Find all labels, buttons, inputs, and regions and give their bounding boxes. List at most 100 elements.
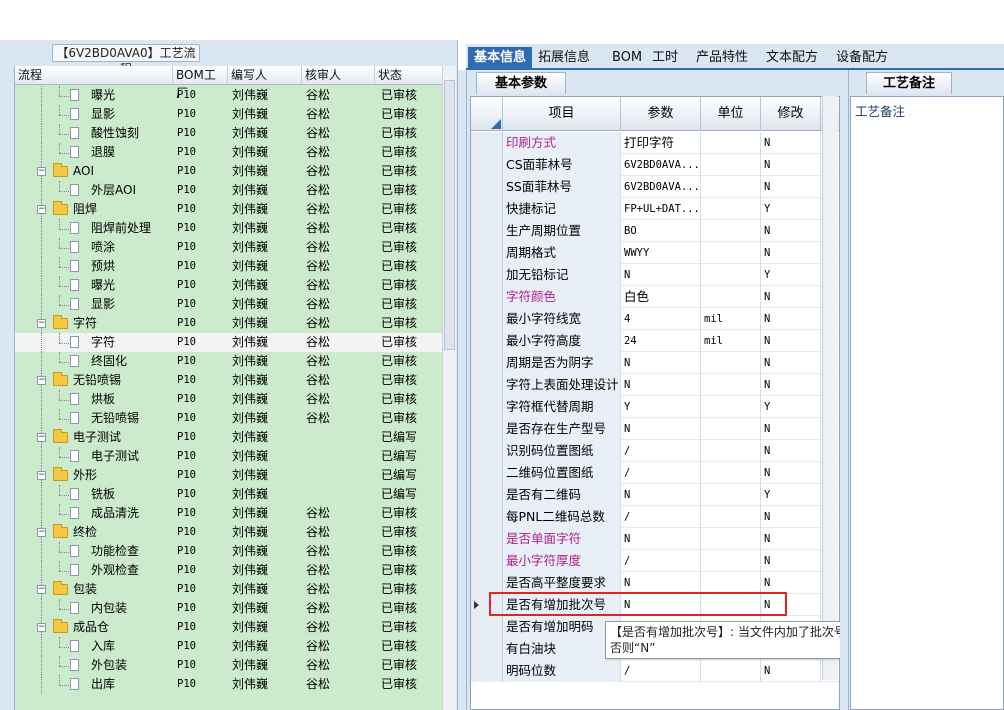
row-header[interactable] — [471, 506, 503, 528]
row-header[interactable] — [471, 330, 503, 352]
param-row[interactable]: 是否单面字符 N N — [471, 528, 839, 550]
scrollbar-thumb[interactable] — [444, 80, 455, 350]
process-row[interactable]: − 阻焊 P10 刘伟巍 谷松 已审核 — [15, 200, 442, 219]
col-header-reviewer[interactable]: 核审人 — [302, 66, 375, 85]
param-row[interactable]: 二维码位置图纸 / N — [471, 462, 839, 484]
param-row[interactable]: 加无铅标记 N Y — [471, 264, 839, 286]
param-row[interactable]: 最小字符高度 24 mil N — [471, 330, 839, 352]
param-value[interactable]: 24 — [621, 330, 701, 352]
params-scrollbar[interactable] — [822, 96, 838, 680]
row-header[interactable] — [471, 220, 503, 242]
col-header-flow[interactable]: 流程 — [15, 66, 173, 85]
param-value[interactable]: / — [621, 660, 701, 682]
col-header-status[interactable]: 状态 — [375, 66, 442, 85]
param-value[interactable]: WWYY — [621, 242, 701, 264]
row-header[interactable] — [471, 616, 503, 638]
tab-2[interactable]: BOM — [612, 47, 642, 69]
param-value[interactable]: N — [621, 418, 701, 440]
param-row[interactable]: 字符上表面处理设计 N N — [471, 374, 839, 396]
param-row[interactable]: 是否高平整度要求 N N — [471, 572, 839, 594]
param-row[interactable]: 每PNL二维码总数 / N — [471, 506, 839, 528]
col-header-value[interactable]: 参数 — [621, 97, 701, 131]
param-row[interactable]: 周期是否为阴字 N N — [471, 352, 839, 374]
param-value[interactable]: 白色 — [621, 286, 701, 308]
tab-5[interactable]: 文本配方 — [766, 47, 818, 69]
col-header-modify[interactable]: 修改 — [761, 97, 821, 131]
tab-process-notes[interactable]: 工艺备注 — [866, 72, 952, 94]
row-header[interactable] — [471, 660, 503, 682]
row-header[interactable] — [471, 484, 503, 506]
process-row[interactable]: 功能检查 P10 刘伟巍 谷松 已审核 — [15, 542, 442, 561]
process-row[interactable]: 外包装 P10 刘伟巍 谷松 已审核 — [15, 656, 442, 675]
row-header[interactable] — [471, 264, 503, 286]
process-row[interactable]: − 成品仓 P10 刘伟巍 谷松 已审核 — [15, 618, 442, 637]
collapse-icon[interactable]: − — [37, 319, 46, 328]
tab-1[interactable]: 拓展信息 — [538, 47, 590, 69]
process-row[interactable]: 烘板 P10 刘伟巍 谷松 已审核 — [15, 390, 442, 409]
param-value[interactable]: N — [621, 484, 701, 506]
col-header-author[interactable]: 编写人 — [228, 66, 302, 85]
param-value[interactable]: 4 — [621, 308, 701, 330]
process-row[interactable]: 无铅喷锡 P10 刘伟巍 谷松 已审核 — [15, 409, 442, 428]
process-row[interactable]: − 外形 P10 刘伟巍 已编写 — [15, 466, 442, 485]
process-row[interactable]: 电子测试 P10 刘伟巍 已编写 — [15, 447, 442, 466]
process-row[interactable]: 出库 P10 刘伟巍 谷松 已审核 — [15, 675, 442, 694]
param-value[interactable]: N — [621, 528, 701, 550]
param-value[interactable]: N — [621, 264, 701, 286]
process-row[interactable]: 退膜 P10 刘伟巍 谷松 已审核 — [15, 143, 442, 162]
row-header[interactable] — [471, 572, 503, 594]
process-row[interactable]: 曝光 P10 刘伟巍 谷松 已审核 — [15, 86, 442, 105]
param-value[interactable]: N — [621, 374, 701, 396]
row-header[interactable] — [471, 462, 503, 484]
collapse-icon[interactable]: − — [37, 528, 46, 537]
process-row[interactable]: − 无铅喷锡 P10 刘伟巍 谷松 已审核 — [15, 371, 442, 390]
row-header[interactable] — [471, 154, 503, 176]
param-row[interactable]: SS面菲林号 6V2BD0AVA... N — [471, 176, 839, 198]
param-value[interactable]: / — [621, 462, 701, 484]
param-value[interactable]: 打印字符 — [621, 132, 701, 154]
row-header[interactable] — [471, 440, 503, 462]
process-row[interactable]: − 电子测试 P10 刘伟巍 已编写 — [15, 428, 442, 447]
process-flow-scrollbar[interactable] — [442, 66, 456, 710]
right-splitter[interactable] — [840, 70, 848, 710]
process-row[interactable]: 终固化 P10 刘伟巍 谷松 已审核 — [15, 352, 442, 371]
tab-basic-params[interactable]: 基本参数 — [476, 72, 566, 94]
row-header[interactable] — [471, 352, 503, 374]
param-row[interactable]: 是否有二维码 N Y — [471, 484, 839, 506]
process-row[interactable]: 字符 P10 刘伟巍 谷松 已审核 — [15, 333, 442, 352]
process-row[interactable]: 外观检查 P10 刘伟巍 谷松 已审核 — [15, 561, 442, 580]
tab-0[interactable]: 基本信息 — [468, 47, 533, 69]
process-row[interactable]: 内包装 P10 刘伟巍 谷松 已审核 — [15, 599, 442, 618]
param-row[interactable]: 快捷标记 FP+UL+DAT... Y — [471, 198, 839, 220]
param-row[interactable]: 最小字符厚度 / N — [471, 550, 839, 572]
process-row[interactable]: − 包装 P10 刘伟巍 谷松 已审核 — [15, 580, 442, 599]
row-header[interactable] — [471, 132, 503, 154]
collapse-icon[interactable]: − — [37, 376, 46, 385]
row-header[interactable] — [471, 286, 503, 308]
param-row[interactable]: 印刷方式 打印字符 N — [471, 132, 839, 154]
param-row[interactable]: 明码位数 / N — [471, 660, 839, 682]
process-row[interactable]: 曝光 P10 刘伟巍 谷松 已审核 — [15, 276, 442, 295]
param-row[interactable]: 字符框代替周期 Y Y — [471, 396, 839, 418]
process-row[interactable]: 预烘 P10 刘伟巍 谷松 已审核 — [15, 257, 442, 276]
collapse-icon[interactable]: − — [37, 433, 46, 442]
param-value[interactable]: / — [621, 440, 701, 462]
process-row[interactable]: 阻焊前处理 P10 刘伟巍 谷松 已审核 — [15, 219, 442, 238]
process-row[interactable]: − 字符 P10 刘伟巍 谷松 已审核 — [15, 314, 442, 333]
param-row[interactable]: 识别码位置图纸 / N — [471, 440, 839, 462]
col-header-item[interactable]: 项目 — [503, 97, 621, 131]
param-value[interactable]: Y — [621, 396, 701, 418]
row-header[interactable] — [471, 242, 503, 264]
row-header[interactable] — [471, 308, 503, 330]
process-row[interactable]: 显影 P10 刘伟巍 谷松 已审核 — [15, 295, 442, 314]
param-row[interactable]: 周期格式 WWYY N — [471, 242, 839, 264]
row-header[interactable] — [471, 550, 503, 572]
left-splitter[interactable] — [458, 70, 466, 710]
col-header-unit[interactable]: 单位 — [701, 97, 761, 131]
row-header[interactable] — [471, 638, 503, 660]
row-header[interactable] — [471, 176, 503, 198]
process-row[interactable]: 显影 P10 刘伟巍 谷松 已审核 — [15, 105, 442, 124]
param-value[interactable]: 6V2BD0AVA... — [621, 176, 701, 198]
param-row[interactable]: 最小字符线宽 4 mil N — [471, 308, 839, 330]
tab-6[interactable]: 设备配方 — [836, 47, 888, 69]
